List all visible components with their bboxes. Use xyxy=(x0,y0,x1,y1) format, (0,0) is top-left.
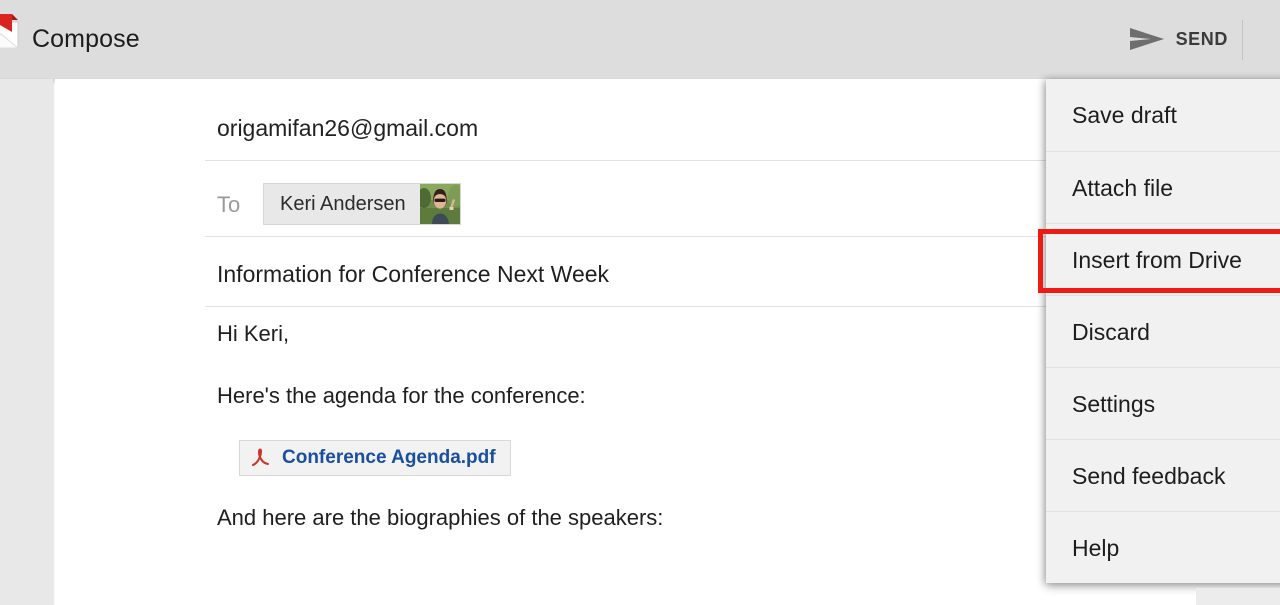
menu-item-label: Help xyxy=(1072,535,1120,561)
menu-item-send-feedback[interactable]: Send feedback xyxy=(1046,439,1280,511)
send-paper-plane-icon xyxy=(1129,26,1165,52)
overflow-menu: Save draft Attach file Insert from Drive… xyxy=(1046,79,1280,583)
send-button-label: SEND xyxy=(1175,28,1228,49)
from-address-field[interactable]: origamifan26@gmail.com xyxy=(217,115,478,142)
body-paragraph-agenda: Here's the agenda for the conference: xyxy=(217,383,586,409)
menu-item-save-draft[interactable]: Save draft xyxy=(1046,79,1280,151)
left-rail xyxy=(0,79,53,605)
send-button[interactable]: SEND xyxy=(1129,18,1228,60)
contact-photo-avatar xyxy=(419,184,460,224)
to-field-label: To xyxy=(217,192,241,217)
background-panel-bottom-right xyxy=(1196,588,1280,605)
body-paragraph-biographies: And here are the biographies of the spea… xyxy=(217,505,664,531)
recipient-chip[interactable]: Keri Andersen xyxy=(263,183,461,225)
subject-field[interactable]: Information for Conference Next Week xyxy=(217,261,609,288)
menu-item-attach-file[interactable]: Attach file xyxy=(1046,151,1280,223)
adobe-pdf-icon xyxy=(250,447,272,469)
compose-action-bar: Compose SEND xyxy=(0,0,1280,78)
gmail-envelope-icon xyxy=(0,12,22,52)
menu-item-discard[interactable]: Discard xyxy=(1046,295,1280,367)
menu-item-label: Settings xyxy=(1072,391,1156,417)
menu-item-settings[interactable]: Settings xyxy=(1046,367,1280,439)
menu-item-label: Insert from Drive xyxy=(1072,247,1242,273)
menu-item-insert-from-drive[interactable]: Insert from Drive xyxy=(1046,223,1280,295)
menu-item-label: Save draft xyxy=(1072,102,1177,128)
attachment-filename: Conference Agenda.pdf xyxy=(282,447,496,469)
appbar-divider xyxy=(1242,20,1243,60)
menu-item-label: Send feedback xyxy=(1072,463,1226,489)
body-paragraph-greeting: Hi Keri, xyxy=(217,321,290,346)
menu-item-help[interactable]: Help xyxy=(1046,511,1280,583)
recipient-name: Keri Andersen xyxy=(280,193,406,215)
pdf-attachment-chip[interactable]: Conference Agenda.pdf xyxy=(239,440,511,477)
message-body[interactable]: Hi Keri, Here's the agenda for the confe… xyxy=(217,322,1117,568)
menu-item-label: Attach file xyxy=(1072,175,1173,201)
menu-item-label: Discard xyxy=(1072,319,1150,345)
gmail-compose-screen: Compose SEND origamifan26@gmail.com To K… xyxy=(0,0,1280,605)
page-title: Compose xyxy=(32,25,140,53)
